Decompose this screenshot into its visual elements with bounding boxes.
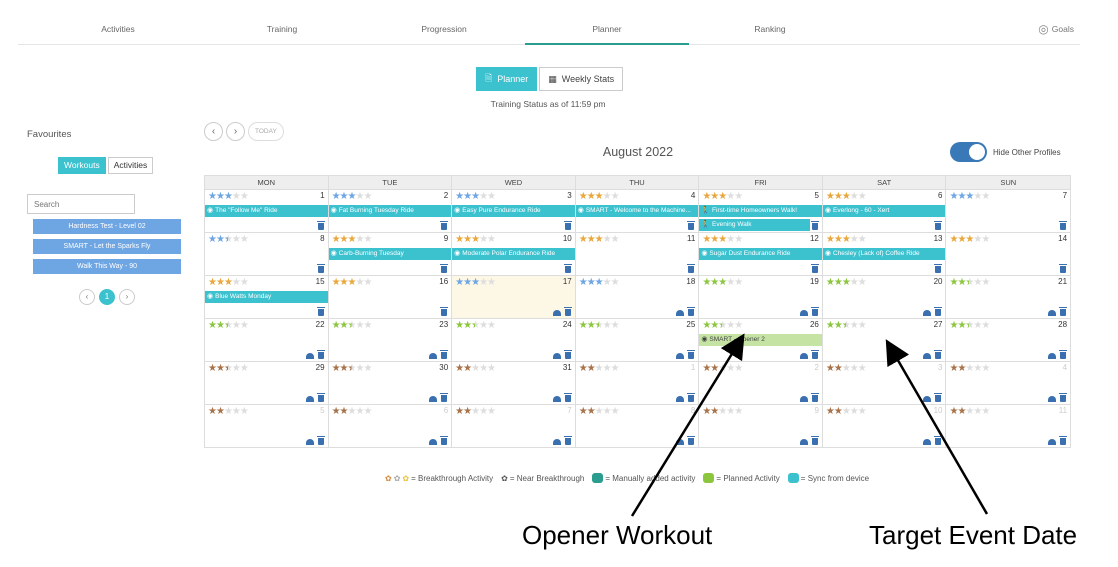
opener-arrow: [630, 333, 745, 517]
opener-workout-annotation: Opener Workout: [522, 520, 713, 550]
target-event-date-annotation: Target Event Date: [869, 520, 1078, 550]
annotation-arrows: [630, 333, 989, 517]
target-arrow: [885, 339, 989, 515]
